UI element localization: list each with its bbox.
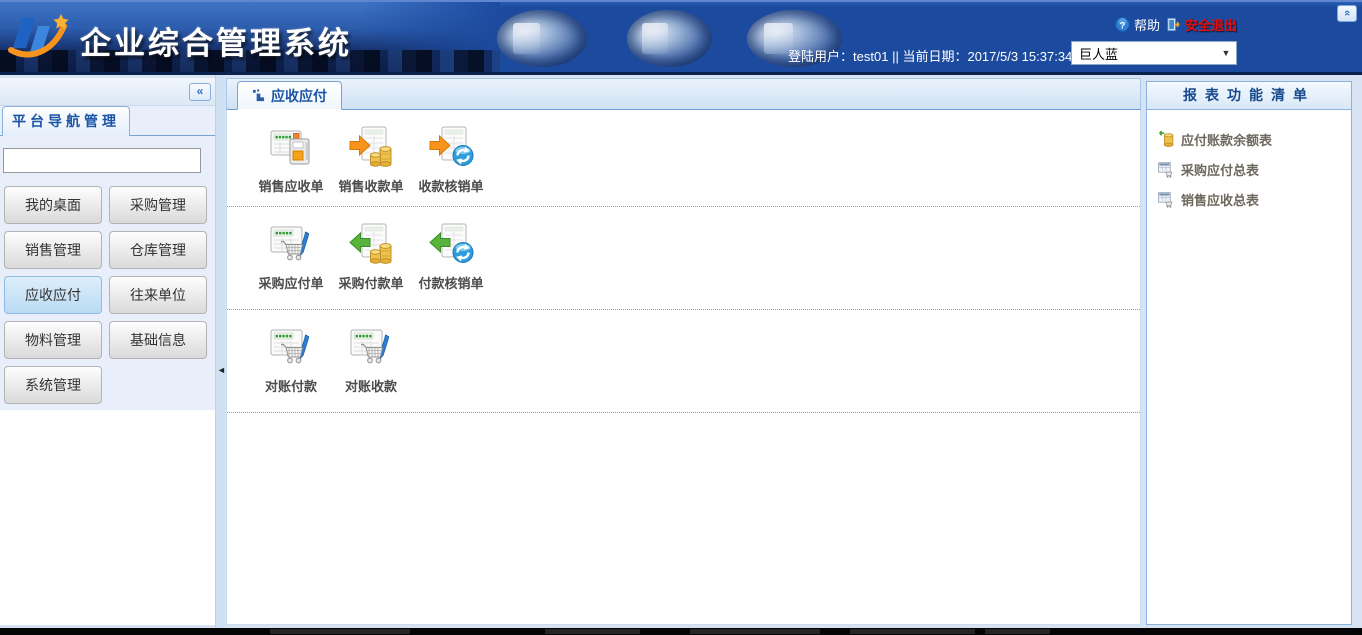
chevron-down-icon: ▼ [1218, 48, 1234, 58]
user-info: 登陆用户：test01 || 当前日期：2017/5/3 15:37:34 [788, 46, 1072, 65]
splitter-collapse-arrow-icon[interactable]: ◄ [217, 365, 226, 375]
app-item-sales-receipt-doc[interactable]: 销售收款单 [331, 124, 411, 195]
sidebar-item-my-desktop[interactable]: 我的桌面 [4, 186, 102, 224]
app-item-label: 销售收款单 [338, 176, 403, 195]
login-user-value: test01 [853, 49, 888, 64]
help-label: 帮助 [1134, 15, 1160, 34]
bottom-taskbar-sliver [0, 628, 1362, 635]
tab-chart-icon [252, 89, 265, 102]
tab-label: 应收应付 [271, 86, 327, 106]
sidebar-search-input[interactable] [3, 148, 201, 173]
doc-arrow-left-coins-icon [347, 221, 395, 269]
help-link[interactable]: 帮助 [1115, 15, 1160, 34]
app-item-label: 收款核销单 [418, 176, 483, 195]
coins-arrow-icon [1157, 130, 1175, 148]
app-title: 企业综合管理系统 [80, 18, 352, 63]
table-cart-icon [1157, 190, 1175, 208]
form-cart-pen-icon [267, 324, 315, 372]
logout-link[interactable]: 安全退出 [1166, 15, 1237, 34]
app-item-reconcile-payment[interactable]: 对账付款 [251, 324, 331, 395]
report-item-label: 采购应付总表 [1181, 160, 1259, 179]
report-list: 应付账款余额表 采购应付总表 销售应收总表 [1147, 110, 1351, 214]
nav-button-grid: 我的桌面 采购管理 销售管理 仓库管理 应收应付 往来单位 物料管理 基础信息 … [4, 186, 207, 404]
current-date-value: 2017/5/3 15:37:34 [967, 49, 1072, 64]
app-item-label: 采购应付单 [258, 273, 323, 292]
sidebar-item-warehouse[interactable]: 仓库管理 [109, 231, 207, 269]
app-item-label: 对账收款 [345, 376, 397, 395]
sidebar-item-materials[interactable]: 物料管理 [4, 321, 102, 359]
sidebar-item-receivables[interactable]: 应收应付 [4, 276, 102, 314]
header-photo-oval-1 [497, 10, 587, 67]
sidebar-item-basic-info[interactable]: 基础信息 [109, 321, 207, 359]
main-tabstrip: 应收应付 [226, 78, 1141, 110]
collapse-header-button[interactable]: « [1337, 5, 1357, 22]
left-sidebar: « 平台导航管理 我的桌面 采购管理 销售管理 仓库管理 应收应付 往来单位 物… [0, 78, 215, 625]
tab-receivables-payables[interactable]: 应收应付 [237, 81, 342, 110]
app-item-purchase-payable-doc[interactable]: 采购应付单 [251, 221, 331, 292]
theme-select[interactable]: 巨人蓝 ▼ [1072, 42, 1236, 64]
panel-splitter[interactable]: ◄ [215, 75, 225, 628]
sidebar-item-purchasing[interactable]: 采购管理 [109, 186, 207, 224]
form-cart-pen-icon [347, 324, 395, 372]
sidebar-tab-platform-nav[interactable]: 平台导航管理 [2, 106, 130, 136]
report-panel: 报表功能清单 应付账款余额表 采购应付总表 销售应收总表 [1146, 81, 1352, 625]
sidebar-item-partners[interactable]: 往来单位 [109, 276, 207, 314]
report-panel-title: 报表功能清单 [1147, 82, 1351, 110]
sidebar-top-strip: « [0, 78, 215, 106]
header-photo-oval-2 [627, 10, 712, 67]
app-item-label: 销售应收单 [258, 176, 323, 195]
report-item-label: 销售应收总表 [1181, 190, 1259, 209]
doc-arrow-left-refresh-icon [427, 221, 475, 269]
app-item-reconcile-receipt[interactable]: 对账收款 [331, 324, 411, 395]
main-area: 应收应付 销售应收单 销售收款单 收款核销单 采购应付单 [226, 78, 1141, 625]
icon-row-2: 采购应付单 采购付款单 付款核销单 [227, 207, 1140, 310]
sidebar-item-sales[interactable]: 销售管理 [4, 231, 102, 269]
report-item-payable-balance[interactable]: 应付账款余额表 [1157, 124, 1351, 154]
app-item-label: 对账付款 [265, 376, 317, 395]
app-item-purchase-payment-doc[interactable]: 采购付款单 [331, 221, 411, 292]
app-item-payment-writeoff-doc[interactable]: 付款核销单 [411, 221, 491, 292]
register-icon [267, 124, 315, 172]
sidebar-panel: « 平台导航管理 我的桌面 采购管理 销售管理 仓库管理 应收应付 往来单位 物… [0, 78, 215, 410]
help-icon [1115, 17, 1130, 32]
app-item-label: 付款核销单 [418, 273, 483, 292]
app-item-label: 采购付款单 [338, 273, 403, 292]
sidebar-item-system[interactable]: 系统管理 [4, 366, 102, 404]
app-item-sales-receivable-doc[interactable]: 销售应收单 [251, 124, 331, 195]
current-date-label: 当前日期： [902, 49, 967, 64]
exit-door-icon [1166, 17, 1181, 32]
form-cart-pen-icon [267, 221, 315, 269]
doc-arrow-right-coins-icon [347, 124, 395, 172]
theme-select-value: 巨人蓝 [1074, 44, 1218, 63]
app-logo-icon [8, 8, 74, 66]
module-icon-panel: 销售应收单 销售收款单 收款核销单 采购应付单 采购付款单 付款核销单 [226, 110, 1141, 625]
icon-row-1: 销售应收单 销售收款单 收款核销单 [227, 110, 1140, 207]
app-header: 企业综合管理系统 帮助 安全退出 « 登陆用户：test01 || 当前日期：2… [0, 0, 1362, 75]
sidebar-tabbar: 平台导航管理 [0, 106, 215, 136]
report-item-purchase-payable-summary[interactable]: 采购应付总表 [1157, 154, 1351, 184]
chevron-up-icon: « [1340, 10, 1354, 16]
icon-row-3: 对账付款 对账收款 [227, 310, 1140, 413]
table-cart-icon [1157, 160, 1175, 178]
doc-arrow-right-refresh-icon [427, 124, 475, 172]
report-item-label: 应付账款余额表 [1181, 130, 1272, 149]
collapse-sidebar-button[interactable]: « [189, 83, 211, 101]
separator-text: || [892, 49, 899, 64]
logout-label: 安全退出 [1185, 15, 1237, 34]
chevron-left-double-icon: « [197, 84, 204, 98]
login-user-label: 登陆用户： [788, 49, 853, 64]
report-item-sales-receivable-summary[interactable]: 销售应收总表 [1157, 184, 1351, 214]
app-item-receipt-writeoff-doc[interactable]: 收款核销单 [411, 124, 491, 195]
